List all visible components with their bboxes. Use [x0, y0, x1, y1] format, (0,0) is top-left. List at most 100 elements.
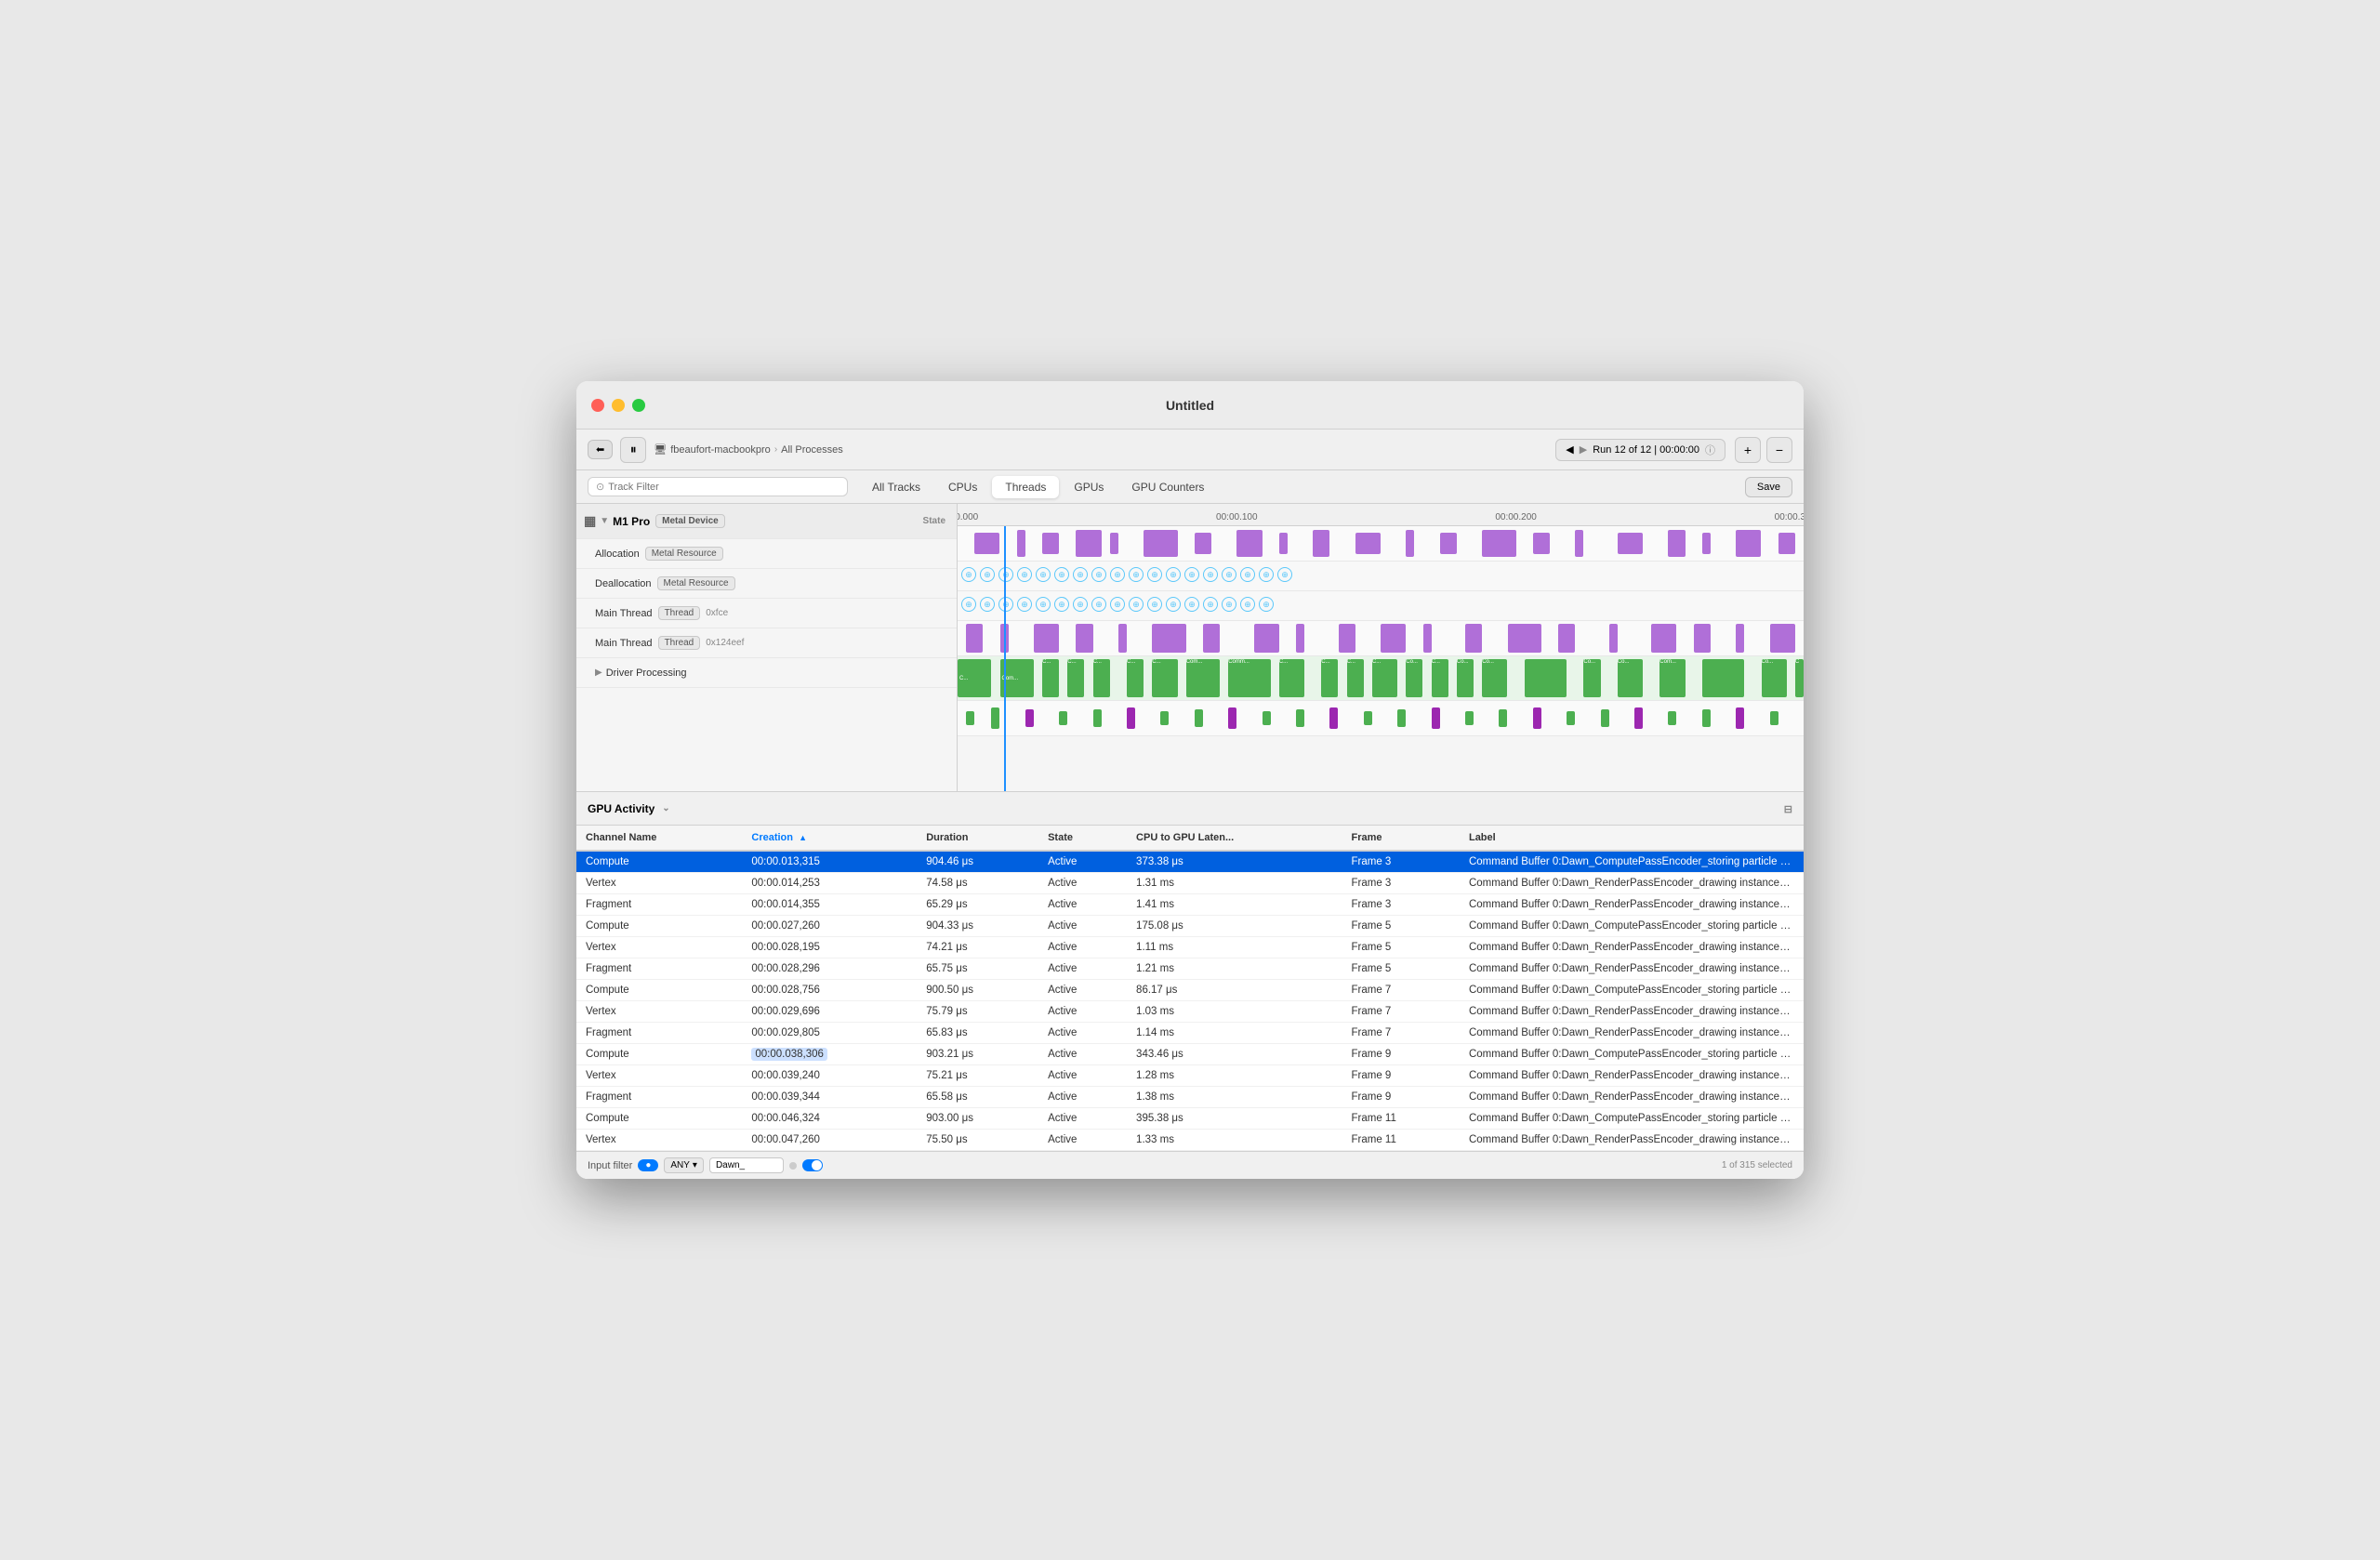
tab-threads[interactable]: Threads — [992, 476, 1059, 498]
filter-status-dot — [789, 1162, 797, 1170]
tab-cpus[interactable]: CPUs — [935, 476, 990, 498]
table-row[interactable]: Compute00:00.028,756900.50 μsActive86.17… — [576, 980, 1804, 1001]
table-row[interactable]: Vertex00:00.047,26075.50 μsActive1.33 ms… — [576, 1130, 1804, 1151]
cell-duration: 75.79 μs — [917, 1001, 1038, 1023]
lane-deallocation[interactable]: ⊕ ⊕ ⊕ ⊕ ⊕ ⊕ ⊕ ⊕ ⊕ ⊕ ⊕ ⊕ ⊕ — [958, 591, 1804, 621]
chevron-down-icon: ▾ — [693, 1160, 697, 1170]
table-row[interactable]: Vertex00:00.028,19574.21 μsActive1.11 ms… — [576, 937, 1804, 958]
fullscreen-button[interactable] — [632, 399, 645, 412]
lane-main-thread-2[interactable]: C... Com... C... C... C... C... C... Com… — [958, 656, 1804, 701]
cell-duration: 900.50 μs — [917, 980, 1038, 1001]
gpu-activity-expand[interactable]: ⌄ — [662, 803, 669, 813]
table-row[interactable]: Compute00:00.046,324903.00 μsActive395.3… — [576, 1108, 1804, 1130]
filter-active-tag[interactable]: ● — [638, 1159, 658, 1171]
gpu-activity-header: GPU Activity ⌄ ⊟ — [576, 792, 1804, 826]
deallocation-label: Deallocation — [595, 578, 652, 589]
cell-label: Command Buffer 0:Dawn_RenderPassEncoder_… — [1460, 873, 1804, 894]
col-duration[interactable]: Duration — [917, 826, 1038, 851]
track-filter-input[interactable] — [608, 482, 840, 493]
timeline-area: ▦ ▼ M1 Pro Metal Device State Allocation… — [576, 504, 1804, 792]
table-row[interactable]: Compute00:00.027,260904.33 μsActive175.0… — [576, 916, 1804, 937]
cell-latency: 1.41 ms — [1127, 894, 1342, 916]
processes-label[interactable]: All Processes — [781, 444, 843, 456]
main-thread-1-tag: Thread — [658, 606, 701, 620]
cell-channel: Fragment — [576, 1023, 742, 1044]
cell-frame: Frame 5 — [1342, 937, 1460, 958]
tab-gpu-counters[interactable]: GPU Counters — [1118, 476, 1217, 498]
status-bar: Input filter ● ANY ▾ 1 of 315 selected — [576, 1151, 1804, 1179]
cell-frame: Frame 7 — [1342, 1001, 1460, 1023]
cursor-line — [1004, 526, 1006, 791]
panel-resize-icon[interactable]: ⊟ — [1784, 804, 1792, 815]
tab-gpus[interactable]: GPUs — [1061, 476, 1117, 498]
cell-label: Command Buffer 0:Dawn_RenderPassEncoder_… — [1460, 894, 1804, 916]
cell-latency: 1.33 ms — [1127, 1130, 1342, 1151]
add-button[interactable]: + — [1735, 437, 1761, 463]
table-row[interactable]: Vertex00:00.039,24075.21 μsActive1.28 ms… — [576, 1065, 1804, 1087]
table-row[interactable]: Vertex00:00.014,25374.58 μsActive1.31 ms… — [576, 873, 1804, 894]
table-row[interactable]: Fragment00:00.014,35565.29 μsActive1.41 … — [576, 894, 1804, 916]
info-icon[interactable]: ⓘ — [1705, 443, 1715, 457]
cell-channel: Compute — [576, 1108, 742, 1130]
traffic-lights — [591, 399, 645, 412]
toolbar-left: ⬅ ⏸ 🖥 fbeaufort-macbookpro › All Process… — [588, 437, 1546, 463]
plus-icon: + — [1744, 443, 1752, 457]
col-label[interactable]: Label — [1460, 826, 1804, 851]
tracks-canvas: ⊕ ⊕ ⊕ ⊕ ⊕ ⊕ ⊕ ⊕ ⊕ ⊕ ⊕ ⊕ ⊕ — [958, 526, 1804, 791]
table-row[interactable]: Fragment00:00.028,29665.75 μsActive1.21 … — [576, 958, 1804, 980]
tab-all-tracks[interactable]: All Tracks — [859, 476, 933, 498]
col-frame[interactable]: Frame — [1342, 826, 1460, 851]
main-thread-2-tag: Thread — [658, 636, 701, 650]
lane-driver[interactable] — [958, 701, 1804, 736]
cell-latency: 1.14 ms — [1127, 1023, 1342, 1044]
table-row[interactable]: Fragment00:00.039,34465.58 μsActive1.38 … — [576, 1087, 1804, 1108]
chevron-right-icon: › — [774, 444, 777, 455]
save-button[interactable]: Save — [1745, 477, 1792, 497]
cell-latency: 175.08 μs — [1127, 916, 1342, 937]
minimize-button[interactable] — [612, 399, 625, 412]
lane-allocation[interactable]: ⊕ ⊕ ⊕ ⊕ ⊕ ⊕ ⊕ ⊕ ⊕ ⊕ ⊕ ⊕ ⊕ — [958, 562, 1804, 591]
grid-icon: ▦ — [584, 513, 596, 529]
nav-bar: ⊙ All TracksCPUsThreadsGPUsGPU Counters … — [576, 470, 1804, 504]
filter-toggle[interactable] — [802, 1159, 823, 1171]
main-thread-1-label: Main Thread — [595, 608, 653, 619]
lane-main-thread-1[interactable] — [958, 621, 1804, 656]
cell-channel: Vertex — [576, 1001, 742, 1023]
track-filter-container[interactable]: ⊙ — [588, 477, 848, 496]
main-thread-2-row: Main Thread Thread 0x124eef — [576, 628, 957, 658]
left-arrow-icon[interactable]: ◀ — [1566, 443, 1573, 456]
device-row: ▦ ▼ M1 Pro Metal Device State — [576, 504, 957, 539]
state-header: State — [923, 516, 949, 526]
main-thread-1-sub: 0xfce — [706, 608, 728, 618]
table-row[interactable]: Fragment00:00.029,80565.83 μsActive1.14 … — [576, 1023, 1804, 1044]
driver-expand-icon[interactable]: ▶ — [595, 668, 602, 678]
main-thread-1-row: Main Thread Thread 0xfce — [576, 599, 957, 628]
table-row[interactable]: Compute00:00.038,306903.21 μsActive343.4… — [576, 1044, 1804, 1065]
close-button[interactable] — [591, 399, 604, 412]
filter-any-dropdown[interactable]: ANY ▾ — [664, 1157, 704, 1173]
track-list: ▦ ▼ M1 Pro Metal Device State Allocation… — [576, 504, 958, 791]
cell-label: Command Buffer 0:Dawn_ComputePassEncoder… — [1460, 851, 1804, 873]
cell-duration: 904.46 μs — [917, 851, 1038, 873]
back-button[interactable]: ⬅ — [588, 440, 613, 459]
cell-label: Command Buffer 0:Dawn_RenderPassEncoder_… — [1460, 1001, 1804, 1023]
lane-device[interactable] — [958, 526, 1804, 562]
expand-icon[interactable]: ▼ — [600, 516, 609, 526]
col-latency[interactable]: CPU to GPU Laten... — [1127, 826, 1342, 851]
cell-duration: 904.33 μs — [917, 916, 1038, 937]
filter-text-input[interactable] — [709, 1157, 784, 1173]
table-row[interactable]: Vertex00:00.029,69675.79 μsActive1.03 ms… — [576, 1001, 1804, 1023]
col-state[interactable]: State — [1038, 826, 1127, 851]
cell-latency: 1.38 ms — [1127, 1087, 1342, 1108]
cell-label: Command Buffer 0:Dawn_RenderPassEncoder_… — [1460, 958, 1804, 980]
cell-duration: 65.75 μs — [917, 958, 1038, 980]
table-row[interactable]: Compute00:00.013,315904.46 μsActive373.3… — [576, 851, 1804, 873]
col-channel[interactable]: Channel Name — [576, 826, 742, 851]
cell-duration: 903.21 μs — [917, 1044, 1038, 1065]
nav-tabs: All TracksCPUsThreadsGPUsGPU Counters — [859, 476, 1741, 498]
col-creation[interactable]: Creation ▲ — [742, 826, 917, 851]
cell-frame: Frame 11 — [1342, 1130, 1460, 1151]
remove-button[interactable]: − — [1766, 437, 1792, 463]
pause-button[interactable]: ⏸ — [620, 437, 646, 463]
body-area: ▦ ▼ M1 Pro Metal Device State Allocation… — [576, 504, 1804, 1179]
